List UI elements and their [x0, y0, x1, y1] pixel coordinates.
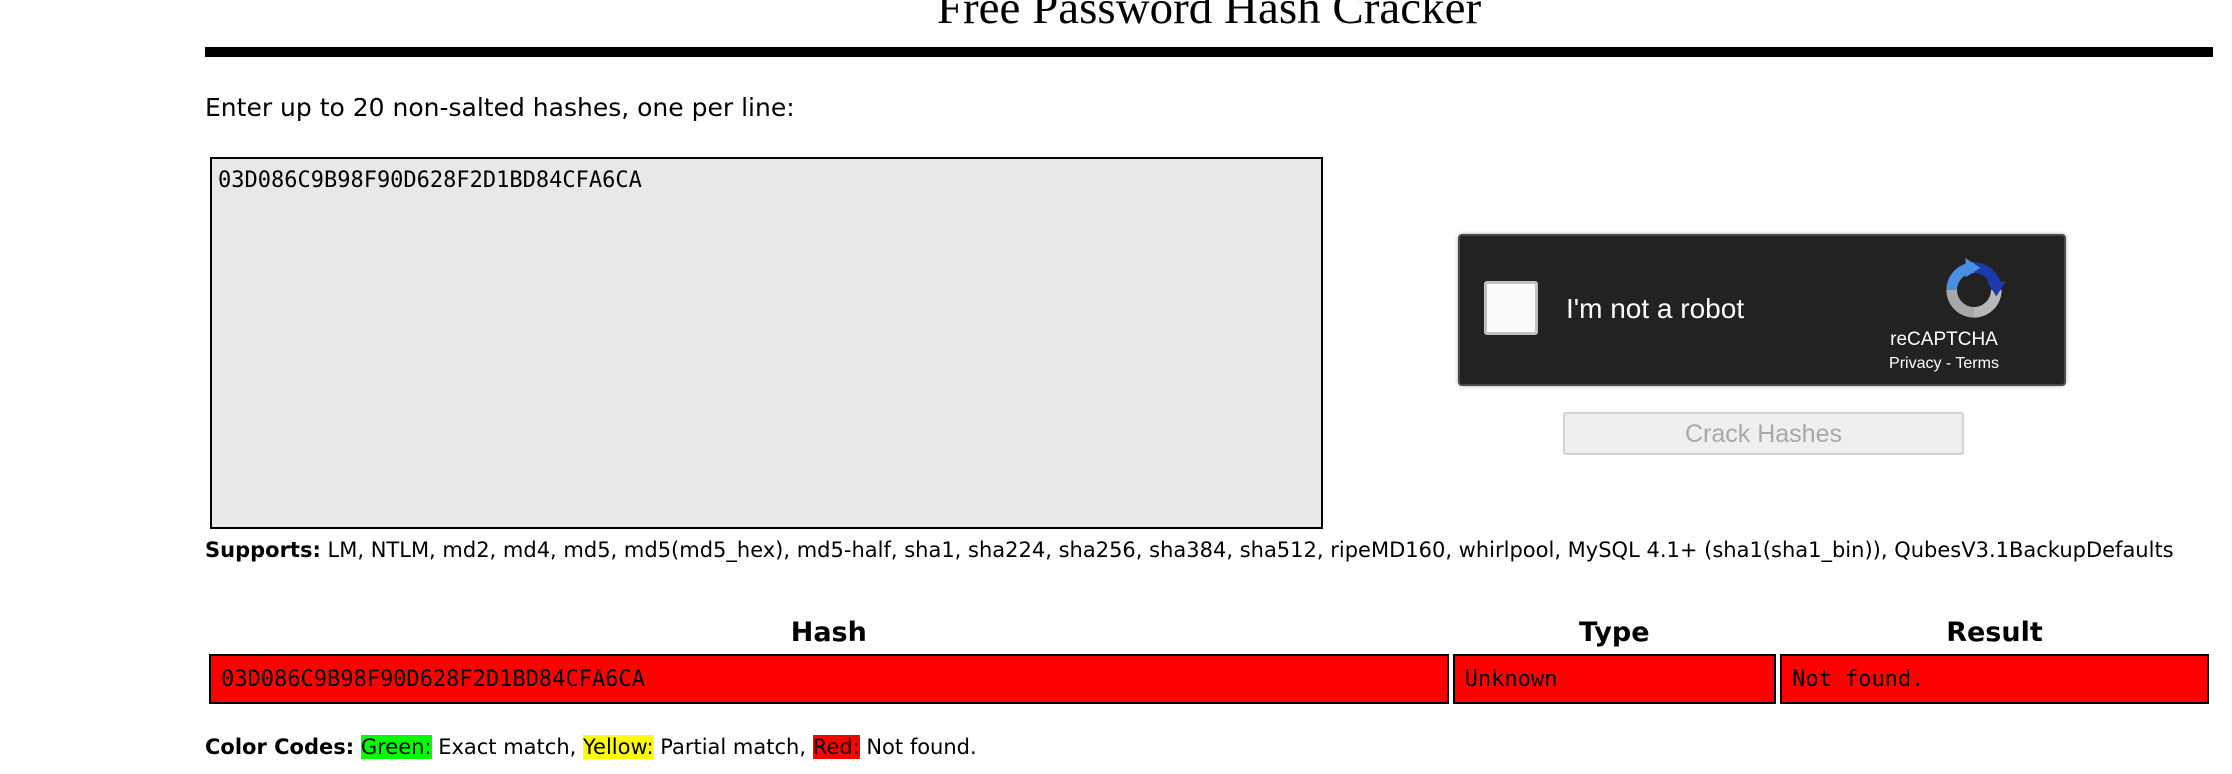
page-title: Free Password Hash Cracker	[936, 0, 1482, 34]
supports-list: LM, NTLM, md2, md4, md5, md5(md5_hex), m…	[320, 538, 2174, 562]
header-type: Type	[1579, 617, 1650, 648]
results-header-row: Hash Type Result	[209, 616, 2209, 650]
result-hash-cell: 03D086C9B98F90D628F2D1BD84CFA6CA	[209, 654, 1449, 704]
recaptcha-terms-link[interactable]: Terms	[1955, 355, 1999, 372]
table-row: 03D086C9B98F90D628F2D1BD84CFA6CA Unknown…	[209, 654, 2209, 704]
title-divider	[205, 47, 2213, 57]
results-table: Hash Type Result 03D086C9B98F90D628F2D1B…	[205, 612, 2213, 708]
header-hash: Hash	[790, 617, 867, 648]
red-code-badge: Red:	[812, 735, 860, 759]
color-codes-legend: Color Codes: Green: Exact match, Yellow:…	[205, 735, 977, 760]
green-code-badge: Green:	[360, 735, 432, 759]
recaptcha-checkbox[interactable]	[1484, 281, 1538, 335]
recaptcha-logo-icon	[1946, 258, 2006, 318]
recaptcha-link-separator: -	[1941, 355, 1956, 372]
recaptcha-links: Privacy - Terms	[1844, 354, 2044, 374]
crack-hashes-button[interactable]: Crack Hashes	[1563, 412, 1964, 455]
supports-label: Supports:	[205, 538, 321, 562]
result-status-cell: Not found.	[1779, 654, 2209, 704]
yellow-code-text: Partial match,	[653, 735, 813, 759]
green-code-text: Exact match,	[431, 735, 583, 759]
header-result: Result	[1946, 617, 2043, 648]
recaptcha-label: I'm not a robot	[1566, 293, 1745, 324]
supported-algorithms: Supports: LM, NTLM, md2, md4, md5, md5(m…	[205, 538, 2205, 563]
recaptcha-widget: I'm not a robot reCAPTCHA Privacy - Term…	[1458, 234, 2066, 386]
color-codes-label: Color Codes:	[205, 735, 355, 759]
result-type-cell: Unknown	[1452, 654, 1776, 704]
yellow-code-badge: Yellow:	[582, 735, 654, 759]
recaptcha-privacy-link[interactable]: Privacy	[1889, 355, 1941, 372]
recaptcha-brand: reCAPTCHA	[1890, 329, 1998, 350]
instructions-text: Enter up to 20 non-salted hashes, one pe…	[205, 93, 795, 122]
hash-input[interactable]: 03D086C9B98F90D628F2D1BD84CFA6CA	[210, 157, 1323, 529]
red-code-text: Not found.	[859, 735, 977, 759]
